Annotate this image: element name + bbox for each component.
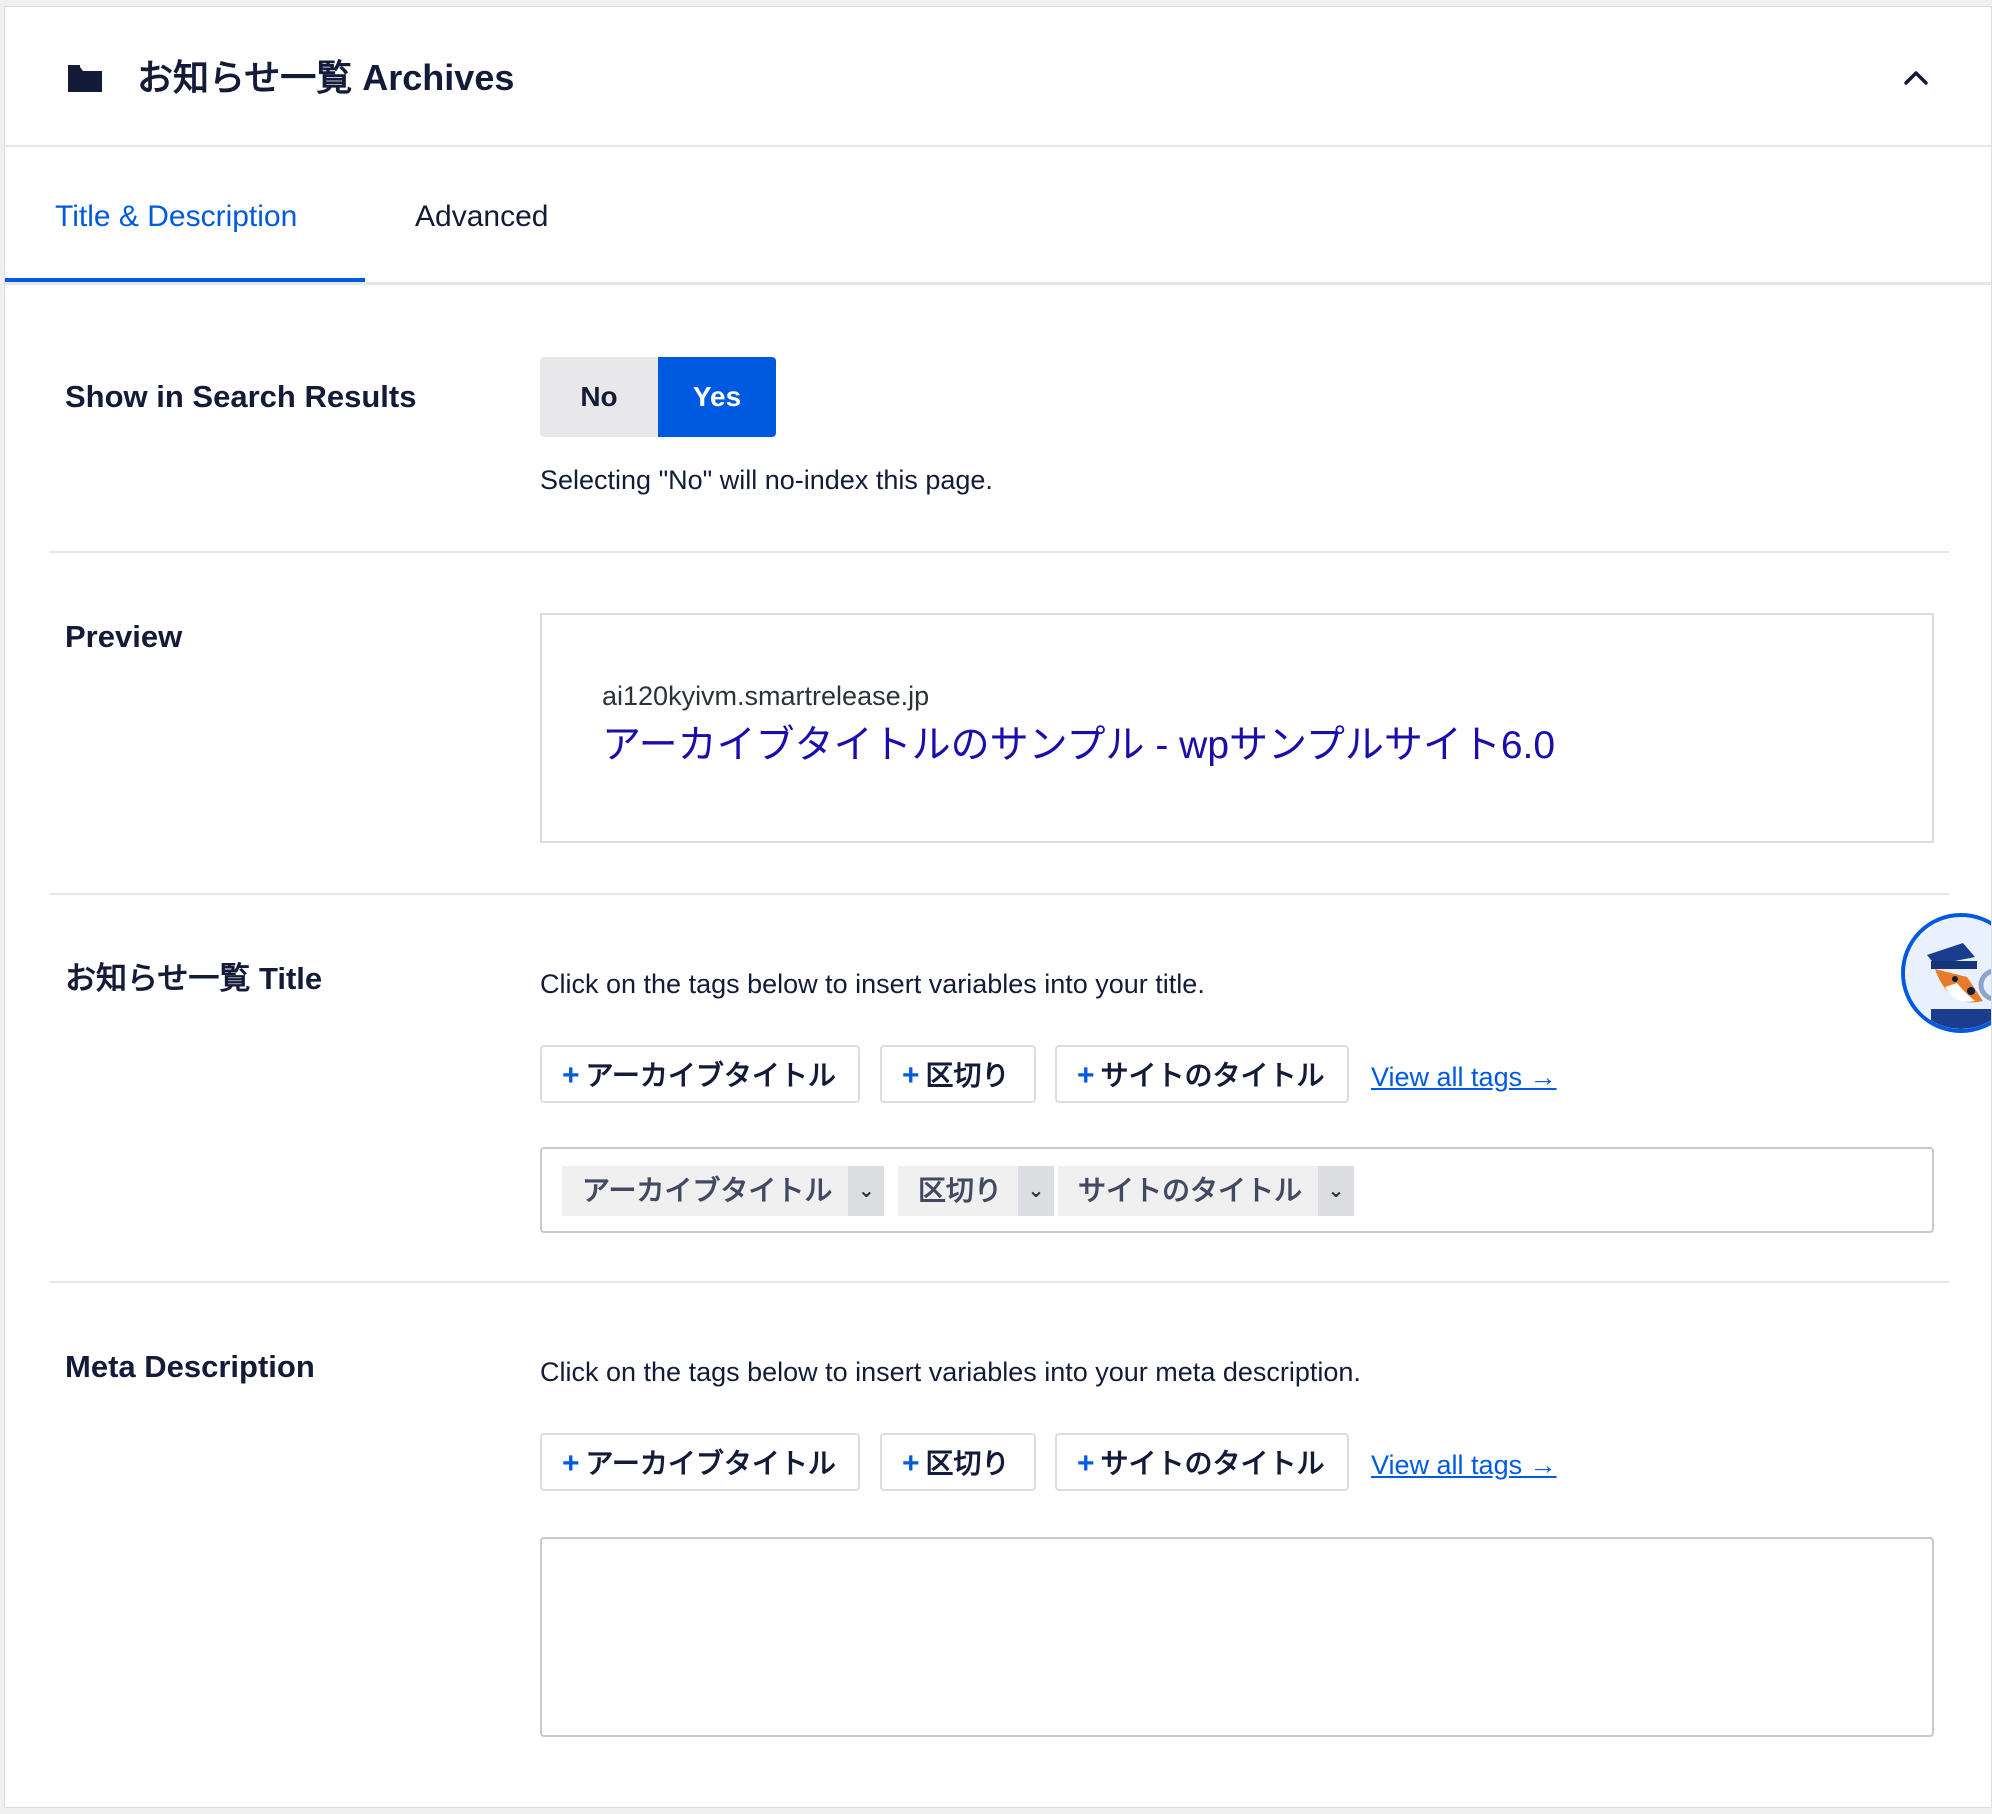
archives-settings-panel: お知らせ一覧 Archives Title & Description Adva… [4, 6, 1992, 1808]
divider [49, 1281, 1949, 1283]
plus-icon: + [902, 1059, 920, 1092]
tab-bar: Title & Description Advanced [5, 147, 1991, 285]
plus-icon: + [562, 1447, 580, 1480]
meta-description-field[interactable] [540, 1537, 1934, 1737]
divider [49, 551, 1949, 553]
plus-icon: + [562, 1059, 580, 1092]
preview-url: ai120kyivm.smartrelease.jp [602, 681, 930, 711]
title-template-field[interactable]: アーカイブタイトル ⌄ 区切り ⌄ サイトのタイトル ⌄ [540, 1147, 1934, 1233]
help-mascot-icon[interactable] [1901, 913, 1991, 1033]
search-results-label: Show in Search Results [65, 379, 417, 414]
panel-header[interactable]: お知らせ一覧 Archives [5, 7, 1991, 147]
plus-icon: + [1077, 1059, 1095, 1092]
tab-title-description[interactable]: Title & Description [55, 199, 297, 235]
archive-title-label: お知らせ一覧 Title [65, 961, 323, 996]
meta-tags-help: Click on the tags below to insert variab… [540, 1357, 1361, 1387]
add-tag-archive-title-button[interactable]: + アーカイブタイトル [540, 1433, 860, 1491]
add-tag-site-title-button[interactable]: + サイトのタイトル [1055, 1433, 1349, 1491]
folder-icon [68, 65, 102, 92]
divider [49, 893, 1949, 895]
tag-chip-site-title[interactable]: サイトのタイトル ⌄ [1058, 1166, 1355, 1216]
tag-chip-separator[interactable]: 区切り ⌄ [898, 1166, 1055, 1216]
add-tag-site-title-button[interactable]: + サイトのタイトル [1055, 1045, 1349, 1103]
toggle-no-button[interactable]: No [540, 357, 658, 437]
tab-advanced[interactable]: Advanced [415, 199, 548, 235]
preview-title: アーカイブタイトルのサンプル - wpサンプルサイト6.0 [602, 724, 1556, 767]
chevron-up-icon[interactable] [1901, 65, 1931, 89]
title-tags-help: Click on the tags below to insert variab… [540, 969, 1205, 999]
fox-mascot-icon [1905, 917, 1991, 1029]
meta-description-label: Meta Description [65, 1349, 315, 1384]
toggle-yes-button[interactable]: Yes [658, 357, 776, 437]
view-all-tags-link[interactable]: View all tags → [1371, 1450, 1557, 1481]
view-all-tags-link[interactable]: View all tags → [1371, 1062, 1557, 1093]
noindex-help-text: Selecting "No" will no-index this page. [540, 465, 993, 495]
serp-preview: ai120kyivm.smartrelease.jp アーカイブタイトルのサンプ… [540, 613, 1934, 843]
chevron-down-icon[interactable]: ⌄ [1318, 1166, 1355, 1216]
plus-icon: + [1077, 1447, 1095, 1480]
add-tag-archive-title-button[interactable]: + アーカイブタイトル [540, 1045, 860, 1103]
tag-chip-archive-title[interactable]: アーカイブタイトル ⌄ [562, 1166, 885, 1216]
plus-icon: + [902, 1447, 920, 1480]
active-tab-indicator [5, 278, 365, 282]
add-tag-separator-button[interactable]: + 区切り [880, 1045, 1036, 1103]
search-results-toggle: No Yes [540, 357, 776, 437]
add-tag-separator-button[interactable]: + 区切り [880, 1433, 1036, 1491]
chevron-down-icon[interactable]: ⌄ [848, 1166, 885, 1216]
chevron-down-icon[interactable]: ⌄ [1018, 1166, 1055, 1216]
panel-title: お知らせ一覧 Archives [137, 57, 515, 98]
preview-label: Preview [65, 619, 183, 654]
